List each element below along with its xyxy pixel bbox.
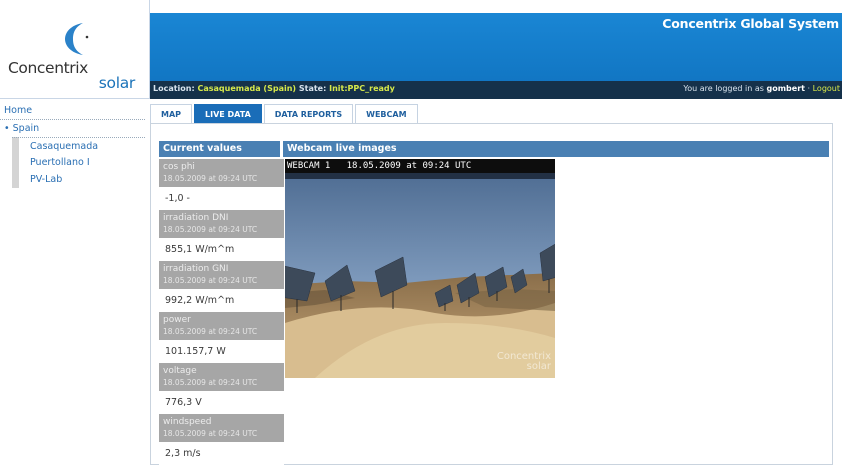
value-timestamp: 18.05.2009 at 09:24 UTC: [163, 429, 258, 438]
value-name: power: [163, 315, 191, 325]
bullet-icon: •: [4, 123, 10, 134]
value-name: windspeed: [163, 417, 212, 427]
login-username: gombert: [766, 84, 805, 93]
state-label: State:: [298, 84, 327, 93]
concentrix-logo-icon: [65, 23, 89, 55]
current-values-list: cos phi 18.05.2009 at 09:24 UTC -1,0 - i…: [159, 159, 284, 465]
webcam-image[interactable]: Concentrix solar: [285, 173, 555, 378]
login-prefix: You are logged in as: [683, 84, 764, 93]
header-banner: Concentrix Global System Location: Casaq…: [150, 13, 842, 99]
tab-webcam[interactable]: WEBCAM: [355, 104, 418, 123]
nav-home-link[interactable]: Home: [0, 104, 145, 120]
content-panel: Current values Webcam live images cos ph…: [150, 123, 833, 465]
nav-site-casaquemada[interactable]: Casaquemada: [12, 137, 145, 154]
value-timestamp: 18.05.2009 at 09:24 UTC: [163, 276, 258, 285]
current-values-heading: Current values: [159, 141, 280, 157]
logo-wordmark-solar: solar: [98, 74, 136, 92]
location-value: Casaquemada (Spain): [197, 84, 297, 93]
tab-live-data[interactable]: LIVE DATA: [194, 104, 262, 123]
value-name: voltage: [163, 366, 197, 376]
value-label-voltage: voltage 18.05.2009 at 09:24 UTC: [159, 363, 284, 391]
value-timestamp: 18.05.2009 at 09:24 UTC: [163, 225, 258, 234]
value-irradiation-dni: 855,1 W/m^m: [159, 238, 284, 261]
value-label-cos-phi: cos phi 18.05.2009 at 09:24 UTC: [159, 159, 284, 187]
nav-country-spain[interactable]: • Spain: [0, 120, 145, 137]
value-name: irradiation GNI: [163, 264, 229, 274]
webcam-caption-bar: WEBCAM 1 18.05.2009 at 09:24 UTC: [285, 159, 555, 173]
value-irradiation-gni: 992,2 W/m^m: [159, 289, 284, 312]
value-timestamp: 18.05.2009 at 09:24 UTC: [163, 378, 258, 387]
value-name: cos phi: [163, 162, 195, 172]
tab-data-reports[interactable]: DATA REPORTS: [263, 104, 354, 123]
webcam-scene: [285, 173, 555, 378]
value-power: 101.157,7 W: [159, 340, 284, 363]
system-title: Concentrix Global System: [662, 16, 839, 31]
tab-map[interactable]: MAP: [150, 104, 193, 123]
value-name: irradiation DNI: [163, 213, 229, 223]
nav-site-puertollano[interactable]: Puertollano I: [12, 154, 145, 171]
webcam-timestamp: 18.05.2009 at 09:24 UTC: [346, 161, 472, 171]
value-timestamp: 18.05.2009 at 09:24 UTC: [163, 327, 258, 336]
value-voltage: 776,3 V: [159, 391, 284, 414]
logo[interactable]: Concentrix solar: [0, 0, 150, 99]
nav-site-pv-lab[interactable]: PV-Lab: [12, 171, 145, 188]
webcam-watermark: Concentrix solar: [497, 352, 551, 372]
value-label-irradiation-dni: irradiation DNI 18.05.2009 at 09:24 UTC: [159, 210, 284, 238]
login-info: You are logged in as gombert · Logout: [683, 84, 840, 93]
webcam-camera-name: WEBCAM 1: [287, 161, 331, 171]
value-cos-phi: -1,0 -: [159, 187, 284, 210]
webcam-images-heading: Webcam live images: [283, 141, 829, 157]
watermark-solar: solar: [526, 361, 551, 372]
value-windspeed: 2,3 m/s: [159, 442, 284, 465]
login-separator: ·: [807, 84, 811, 93]
tab-bar: MAP LIVE DATA DATA REPORTS WEBCAM: [150, 104, 420, 123]
value-label-irradiation-gni: irradiation GNI 18.05.2009 at 09:24 UTC: [159, 261, 284, 289]
value-label-power: power 18.05.2009 at 09:24 UTC: [159, 312, 284, 340]
sidebar-nav: Home • Spain Casaquemada Puertollano I P…: [0, 104, 145, 188]
status-bar: Location: Casaquemada (Spain) State: Ini…: [150, 81, 842, 99]
location-label: Location:: [153, 84, 195, 93]
value-label-windspeed: windspeed 18.05.2009 at 09:24 UTC: [159, 414, 284, 442]
logout-link[interactable]: Logout: [813, 84, 840, 93]
nav-country-label: Spain: [12, 123, 40, 134]
location-state-line: Location: Casaquemada (Spain) State: Ini…: [153, 84, 395, 93]
value-timestamp: 18.05.2009 at 09:24 UTC: [163, 174, 258, 183]
state-value: Init:PPC_ready: [329, 84, 395, 93]
logo-wordmark-concentrix: Concentrix: [8, 59, 88, 77]
